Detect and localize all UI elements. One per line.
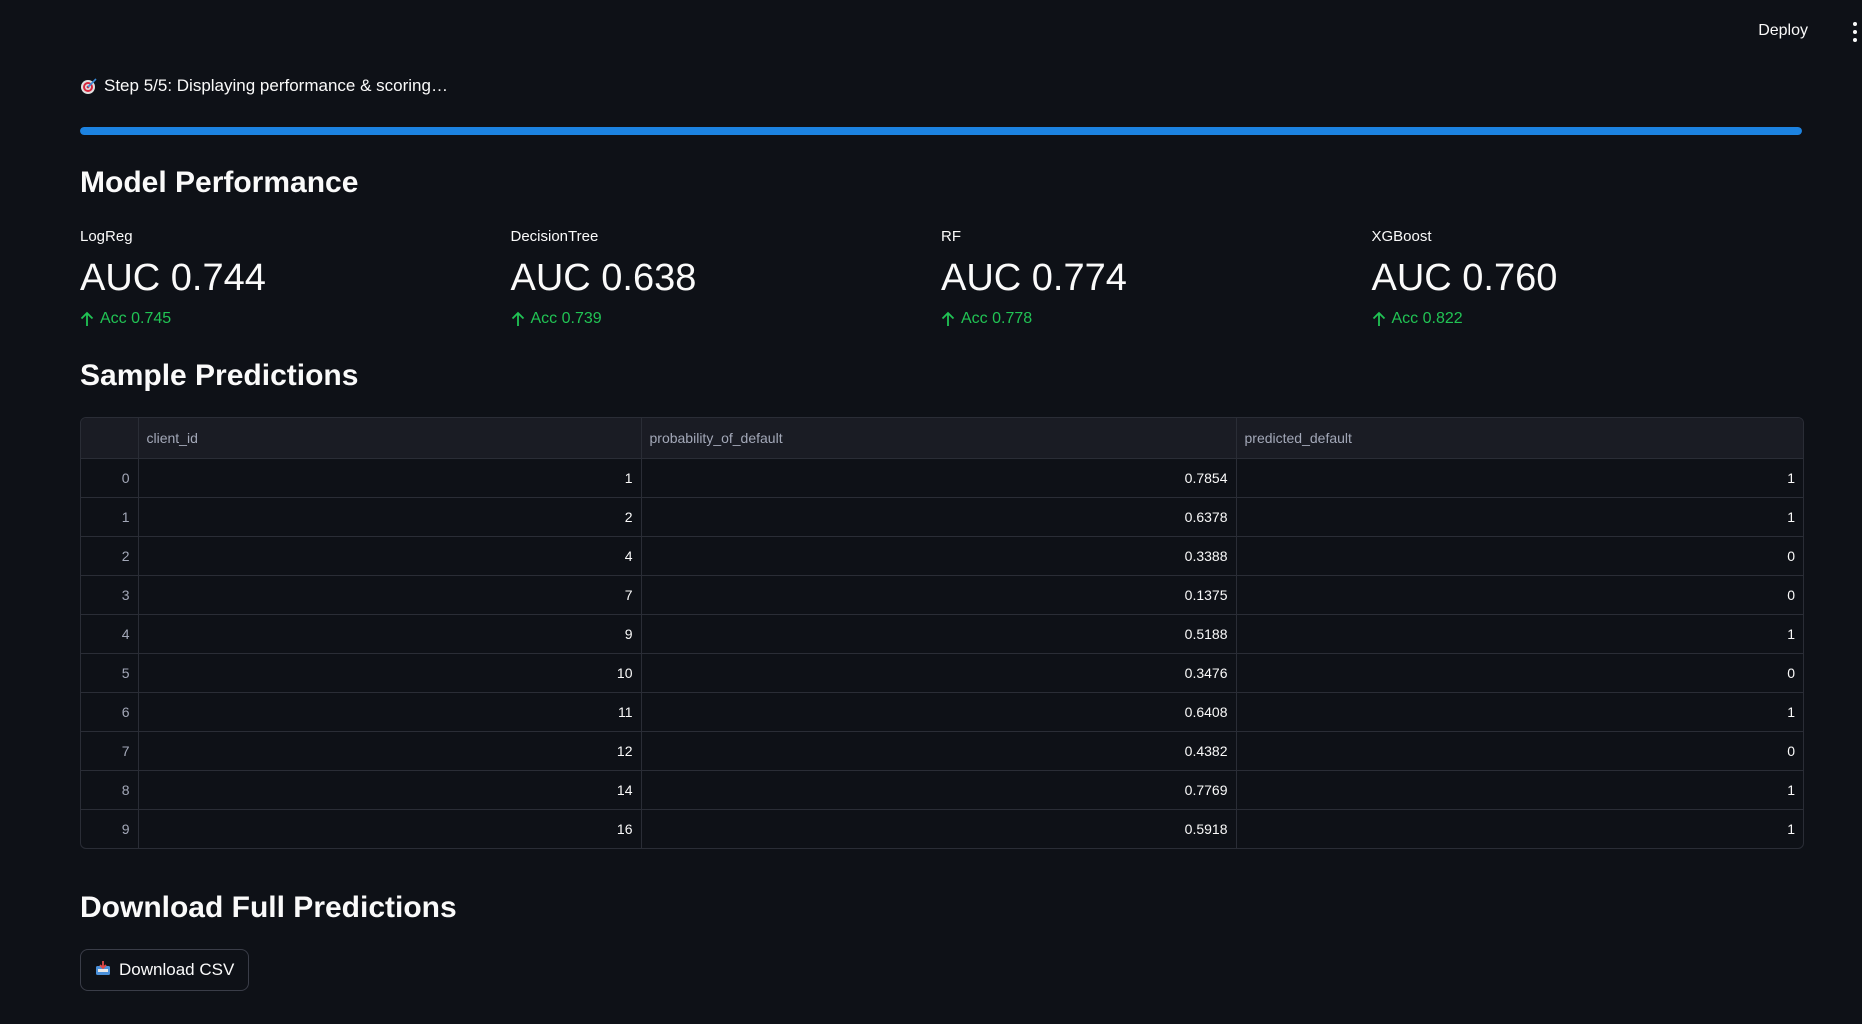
status-message: Step 5/5: Displaying performance & scori…	[80, 76, 448, 96]
cell-predicted[interactable]: 1	[1236, 810, 1803, 849]
table-row: 0 1 0.7854 1	[81, 458, 1803, 498]
row-index: 0	[81, 458, 139, 498]
table-row: 6 11 0.6408 1	[81, 692, 1803, 732]
row-index: 1	[81, 497, 139, 537]
cell-client-id[interactable]: 7	[138, 575, 642, 615]
vertical-dots-icon[interactable]	[1850, 22, 1860, 42]
arrow-up-icon	[1372, 311, 1386, 327]
section-title-download: Download Full Predictions	[80, 891, 457, 924]
cell-probability[interactable]: 0.7769	[641, 770, 1237, 810]
cell-predicted[interactable]: 1	[1236, 692, 1803, 732]
arrow-up-icon	[511, 311, 525, 327]
table-row: 4 9 0.5188 1	[81, 614, 1803, 654]
table-row: 2 4 0.3388 0	[81, 536, 1803, 576]
predictions-table[interactable]: client_id probability_of_default predict…	[80, 417, 1804, 849]
cell-predicted[interactable]: 1	[1236, 614, 1803, 654]
arrow-up-icon	[80, 311, 94, 327]
row-index: 8	[81, 770, 139, 810]
metric-xgboost: XGBoost AUC 0.760 Acc 0.822	[1372, 228, 1803, 328]
cell-predicted[interactable]: 0	[1236, 731, 1803, 771]
column-header[interactable]: probability_of_default	[641, 418, 1237, 459]
cell-client-id[interactable]: 9	[138, 614, 642, 654]
cell-probability[interactable]: 0.7854	[641, 458, 1237, 498]
cell-probability[interactable]: 0.5188	[641, 614, 1237, 654]
table-row: 3 7 0.1375 0	[81, 575, 1803, 615]
row-index: 3	[81, 575, 139, 615]
cell-client-id[interactable]: 14	[138, 770, 642, 810]
cell-probability[interactable]: 0.6408	[641, 692, 1237, 732]
cell-probability[interactable]: 0.5918	[641, 809, 1237, 848]
metric-logreg: LogReg AUC 0.744 Acc 0.745	[80, 228, 511, 328]
table-row: 5 10 0.3476 0	[81, 653, 1803, 693]
metric-delta-text: Acc 0.745	[100, 310, 172, 327]
row-index: 6	[81, 692, 139, 732]
metric-delta-text: Acc 0.739	[530, 310, 602, 327]
cell-client-id[interactable]: 10	[138, 653, 642, 693]
cell-predicted[interactable]: 1	[1236, 497, 1803, 537]
cell-predicted[interactable]: 1	[1236, 458, 1803, 498]
metric-value: AUC 0.760	[1371, 257, 1558, 299]
metric-rf: RF AUC 0.774 Acc 0.778	[941, 228, 1372, 328]
row-index: 4	[81, 614, 139, 654]
column-header[interactable]: client_id	[138, 418, 642, 459]
progress-fill	[80, 127, 1802, 135]
table-row: 8 14 0.7769 1	[81, 770, 1803, 810]
cell-client-id[interactable]: 1	[138, 458, 642, 498]
download-button-label: Download CSV	[119, 960, 235, 979]
metric-label: RF	[941, 228, 961, 245]
metric-label: XGBoost	[1371, 228, 1432, 245]
index-header	[81, 418, 139, 459]
cell-predicted[interactable]: 1	[1236, 770, 1803, 810]
metric-delta: Acc 0.822	[1372, 310, 1803, 328]
target-icon	[80, 77, 98, 95]
metric-delta-text: Acc 0.822	[1391, 310, 1463, 327]
section-title-sample: Sample Predictions	[80, 359, 359, 392]
app-header: Deploy	[0, 0, 1862, 64]
metric-delta: Acc 0.778	[941, 310, 1372, 328]
cell-client-id[interactable]: 11	[138, 692, 642, 732]
row-index: 9	[81, 809, 139, 848]
metric-label: DecisionTree	[510, 228, 599, 245]
table-header-row: client_id probability_of_default predict…	[81, 418, 1803, 459]
metric-value: AUC 0.774	[941, 257, 1127, 299]
column-header[interactable]: predicted_default	[1236, 418, 1803, 459]
inbox-tray-icon	[95, 960, 111, 981]
arrow-up-icon	[941, 311, 955, 327]
metric-delta-text: Acc 0.778	[961, 310, 1033, 327]
cell-probability[interactable]: 0.3388	[641, 536, 1237, 576]
cell-probability[interactable]: 0.3476	[641, 653, 1237, 693]
cell-probability[interactable]: 0.4382	[641, 731, 1237, 771]
progress-bar	[80, 127, 1802, 135]
cell-client-id[interactable]: 2	[138, 497, 642, 537]
metric-label: LogReg	[80, 228, 133, 245]
cell-predicted[interactable]: 0	[1236, 575, 1803, 615]
cell-client-id[interactable]: 16	[138, 809, 642, 848]
row-index: 5	[81, 653, 139, 693]
row-index: 7	[81, 731, 139, 771]
status-text: Step 5/5: Displaying performance & scori…	[104, 76, 448, 95]
metric-delta: Acc 0.745	[80, 310, 511, 328]
section-title-performance: Model Performance	[80, 166, 359, 199]
download-csv-button[interactable]: Download CSV	[80, 949, 250, 991]
cell-predicted[interactable]: 0	[1236, 536, 1803, 576]
table-row: 9 16 0.5918 1	[81, 809, 1803, 849]
cell-client-id[interactable]: 12	[138, 731, 642, 771]
metric-decisiontree: DecisionTree AUC 0.638 Acc 0.739	[511, 228, 942, 328]
deploy-button[interactable]: Deploy	[1758, 22, 1808, 40]
cell-predicted[interactable]: 0	[1236, 653, 1803, 693]
cell-probability[interactable]: 0.1375	[641, 575, 1237, 615]
cell-client-id[interactable]: 4	[138, 536, 642, 576]
table-row: 7 12 0.4382 0	[81, 731, 1803, 771]
metric-delta: Acc 0.739	[511, 310, 942, 328]
cell-probability[interactable]: 0.6378	[641, 497, 1237, 537]
metric-value: AUC 0.744	[80, 257, 266, 299]
metrics-row: LogReg AUC 0.744 Acc 0.745 DecisionTree …	[80, 228, 1802, 328]
metric-value: AUC 0.638	[510, 257, 697, 299]
row-index: 2	[81, 536, 139, 576]
table-row: 1 2 0.6378 1	[81, 497, 1803, 537]
